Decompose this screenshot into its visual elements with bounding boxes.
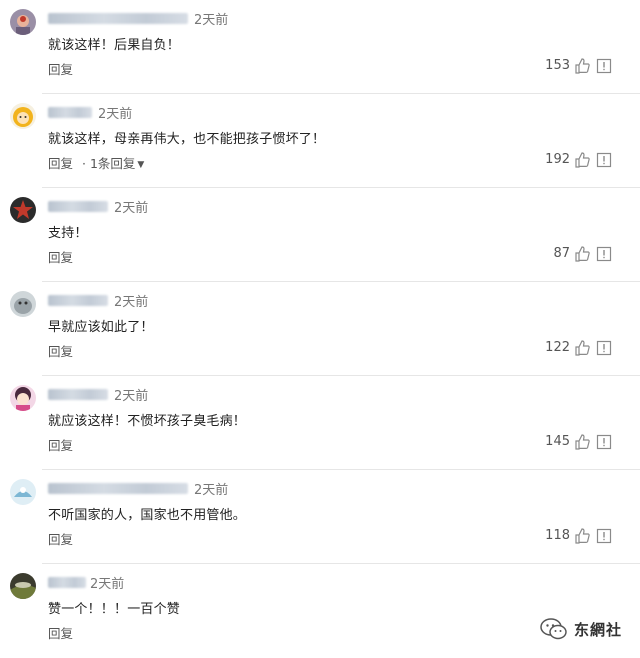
username-blurred[interactable] xyxy=(48,13,188,24)
thumbs-up-icon[interactable] xyxy=(574,246,590,262)
avatar[interactable] xyxy=(10,291,36,317)
comment-item: 2天前 就该这样！后果自负！ 回复 153 xyxy=(0,0,640,94)
comment-text: 赞一个！！！一百个赞 xyxy=(48,602,181,617)
report-icon[interactable] xyxy=(596,246,612,262)
chevron-down-icon: ▼ xyxy=(137,160,145,170)
comment-item: 2天前 就应该这样！不惯坏孩子臭毛病！ 回复 145 xyxy=(0,376,640,470)
comment-item: 2天前 不听国家的人，国家也不用管他。 回复 118 xyxy=(0,470,640,564)
thumbs-up-icon[interactable] xyxy=(574,340,590,356)
comment-item: 2天前 早就应该如此了！ 回复 122 xyxy=(0,282,640,376)
like-count: 153 xyxy=(545,58,570,73)
reply-button[interactable]: 回复 xyxy=(48,529,73,548)
comment-text: 就应该这样！不惯坏孩子臭毛病！ xyxy=(48,414,247,429)
comment-text: 就该这样，母亲再伟大，也不能把孩子惯坏了！ xyxy=(48,132,326,147)
comment-text: 早就应该如此了！ xyxy=(48,320,154,335)
username-blurred[interactable] xyxy=(48,483,188,494)
thumbs-up-icon[interactable] xyxy=(574,434,590,450)
comment-item: 2天前 支持！ 回复 87 xyxy=(0,188,640,282)
like-count: 145 xyxy=(545,434,570,449)
username-blurred[interactable] xyxy=(48,389,108,400)
replies-count-label: 1条回复 xyxy=(89,156,136,171)
view-replies-button[interactable]: · 1条回复 ▼ xyxy=(82,153,144,172)
comment-text: 支持！ xyxy=(48,226,88,241)
report-icon[interactable] xyxy=(596,340,612,356)
avatar[interactable] xyxy=(10,385,36,411)
username-blurred[interactable] xyxy=(48,295,108,306)
wechat-logo-icon xyxy=(540,618,567,640)
report-icon[interactable] xyxy=(596,152,612,168)
reply-button[interactable]: 回复 xyxy=(48,435,73,454)
comment-item: 2天前 就该这样，母亲再伟大，也不能把孩子惯坏了！ 回复 · 1条回复 ▼ 192 xyxy=(0,94,640,188)
like-count: 122 xyxy=(545,340,570,355)
report-icon[interactable] xyxy=(596,434,612,450)
comment-time: 2天前 xyxy=(114,201,149,216)
comment-text: 就该这样！后果自负！ xyxy=(48,38,181,53)
comment-list: 2天前 就该这样！后果自负！ 回复 153 2天前 就该这样，母亲再伟大，也不能… xyxy=(0,0,640,658)
reply-button[interactable]: 回复 xyxy=(48,623,73,642)
comment-time: 2天前 xyxy=(114,295,149,310)
report-icon[interactable] xyxy=(596,528,612,544)
like-count: 87 xyxy=(553,246,570,261)
avatar[interactable] xyxy=(10,197,36,223)
like-count: 192 xyxy=(545,152,570,167)
comment-item: 2天前 赞一个！！！一百个赞 回复 xyxy=(0,564,640,658)
avatar[interactable] xyxy=(10,479,36,505)
comment-time: 2天前 xyxy=(90,577,125,592)
thumbs-up-icon[interactable] xyxy=(574,58,590,74)
reply-button[interactable]: 回复 xyxy=(48,153,73,172)
reply-button[interactable]: 回复 xyxy=(48,59,73,78)
reply-button[interactable]: 回复 xyxy=(48,341,73,360)
username-blurred[interactable] xyxy=(48,577,86,588)
like-count: 118 xyxy=(545,528,570,543)
avatar[interactable] xyxy=(10,9,36,35)
thumbs-up-icon[interactable] xyxy=(574,528,590,544)
comment-time: 2天前 xyxy=(114,389,149,404)
report-icon[interactable] xyxy=(596,58,612,74)
username-blurred[interactable] xyxy=(48,107,92,118)
avatar[interactable] xyxy=(10,573,36,599)
reply-button[interactable]: 回复 xyxy=(48,247,73,266)
username-blurred[interactable] xyxy=(48,201,108,212)
watermark-text: 东網社 xyxy=(573,620,622,639)
comment-time: 2天前 xyxy=(194,13,229,28)
thumbs-up-icon[interactable] xyxy=(574,152,590,168)
comment-text: 不听国家的人，国家也不用管他。 xyxy=(48,508,247,523)
comment-time: 2天前 xyxy=(98,107,133,122)
avatar[interactable] xyxy=(10,103,36,129)
watermark: 东網社 xyxy=(540,618,622,640)
comment-time: 2天前 xyxy=(194,483,229,498)
